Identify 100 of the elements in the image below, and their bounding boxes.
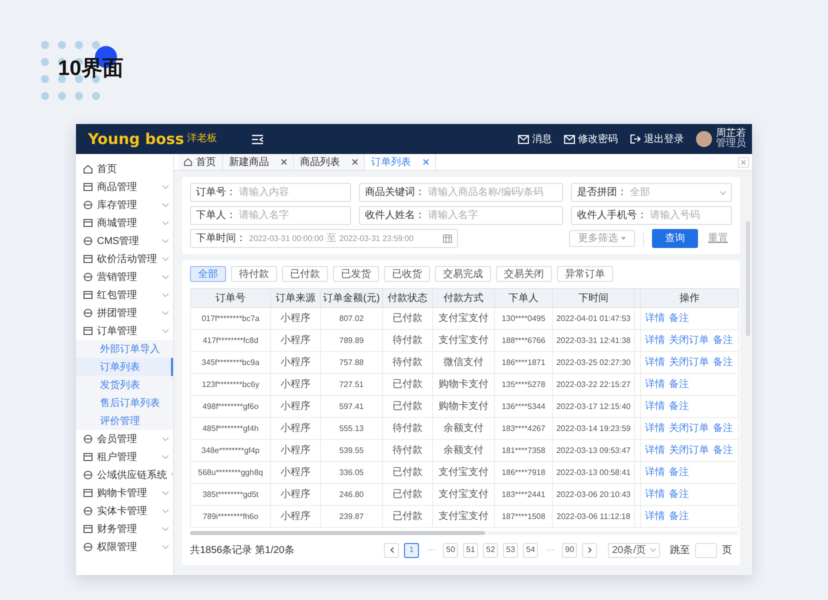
action-link[interactable]: 备注 bbox=[669, 311, 689, 326]
search-button[interactable]: 查询 bbox=[652, 229, 698, 248]
column-header: 付款状态 bbox=[382, 288, 432, 308]
box-icon bbox=[83, 524, 93, 534]
page-button[interactable]: 52 bbox=[483, 542, 498, 558]
table-cell: 2022-03-13 00:58:41 bbox=[552, 462, 634, 484]
close-icon[interactable] bbox=[281, 159, 287, 165]
select-field[interactable]: 是否拼团： 全部 bbox=[571, 183, 732, 202]
ellipsis: ··· bbox=[545, 544, 556, 556]
table-cell: 购物卡支付 bbox=[432, 374, 494, 396]
prev-page-button[interactable] bbox=[384, 542, 400, 558]
action-link[interactable]: 详情 bbox=[645, 465, 665, 480]
tab[interactable]: 新建商品 bbox=[223, 154, 294, 170]
status-filter-tab[interactable]: 已收货 bbox=[384, 266, 430, 282]
status-filter-tab[interactable]: 交易完成 bbox=[435, 266, 491, 282]
page-size-select[interactable]: 20条/页 bbox=[608, 542, 660, 558]
sidebar-item[interactable]: 权限管理 bbox=[76, 538, 173, 556]
box-icon bbox=[83, 326, 93, 336]
sidebar-item[interactable]: 红包管理 bbox=[76, 286, 173, 304]
sidebar-subitem[interactable]: 评价管理 bbox=[76, 412, 173, 430]
header-link[interactable]: 退出登录 bbox=[630, 132, 684, 146]
header-link[interactable]: 消息 bbox=[518, 132, 552, 146]
action-link[interactable]: 详情 bbox=[645, 509, 665, 524]
status-filter-tab[interactable]: 待付款 bbox=[231, 266, 277, 282]
page-button[interactable]: 90 bbox=[562, 542, 578, 558]
date-range-field[interactable]: 下单时间： 2022-03-31 00:00:00 至 2022-03-31 23:59:00 bbox=[190, 229, 458, 248]
action-link[interactable]: 详情 bbox=[645, 333, 665, 348]
action-link[interactable]: 关闭订单 bbox=[669, 355, 709, 370]
status-filter-tab[interactable]: 已发货 bbox=[333, 266, 379, 282]
sidebar-item[interactable]: 拼团管理 bbox=[76, 304, 173, 322]
sidebar-item[interactable]: 订单管理 bbox=[76, 322, 173, 340]
header-link[interactable]: 修改密码 bbox=[564, 132, 618, 146]
page-button[interactable]: 50 bbox=[443, 542, 458, 558]
table-cell: 017f********bc7a bbox=[190, 308, 270, 330]
action-link[interactable]: 关闭订单 bbox=[669, 333, 709, 348]
action-link[interactable]: 备注 bbox=[713, 443, 733, 458]
action-link[interactable]: 备注 bbox=[669, 487, 689, 502]
input-field[interactable]: 下单人： 请输入名字 bbox=[190, 206, 351, 225]
action-link[interactable]: 详情 bbox=[645, 355, 665, 370]
sidebar-item[interactable]: 实体卡管理 bbox=[76, 502, 173, 520]
action-link[interactable]: 备注 bbox=[669, 399, 689, 414]
table-cell: 已付款 bbox=[382, 396, 432, 418]
sidebar-item[interactable]: 商城管理 bbox=[76, 214, 173, 232]
input-field[interactable]: 商品关键词： 请输入商品名称/编码/条码 bbox=[359, 183, 563, 202]
column-header: 下时间 bbox=[552, 288, 634, 308]
sidebar-subitem[interactable]: 售后订单列表 bbox=[76, 394, 173, 412]
action-link[interactable]: 详情 bbox=[645, 421, 665, 436]
tab[interactable]: 首页 bbox=[178, 154, 223, 170]
action-link[interactable]: 详情 bbox=[645, 399, 665, 414]
action-link[interactable]: 关闭订单 bbox=[669, 443, 709, 458]
status-filter-tab[interactable]: 交易关闭 bbox=[496, 266, 552, 282]
sidebar-item[interactable]: 租户管理 bbox=[76, 448, 173, 466]
action-link[interactable]: 详情 bbox=[645, 377, 665, 392]
sidebar-item[interactable]: 营销管理 bbox=[76, 268, 173, 286]
action-link[interactable]: 详情 bbox=[645, 311, 665, 326]
table-cell: 余额支付 bbox=[432, 418, 494, 440]
page-suffix: 页 bbox=[722, 544, 732, 558]
table-cell: 246.80 bbox=[320, 484, 382, 506]
next-page-button[interactable] bbox=[582, 542, 598, 558]
sidebar-item[interactable]: CMS管理 bbox=[76, 232, 173, 250]
status-filter-tab[interactable]: 异常订单 bbox=[557, 266, 613, 282]
tab[interactable]: 商品列表 bbox=[294, 154, 365, 170]
page-button[interactable]: 54 bbox=[523, 542, 538, 558]
logo-text: Young boss bbox=[88, 132, 184, 146]
action-link[interactable]: 备注 bbox=[713, 355, 733, 370]
close-icon[interactable] bbox=[423, 159, 429, 165]
input-field[interactable]: 收件人姓名： 请输入名字 bbox=[359, 206, 563, 225]
scrollbar-thumb[interactable] bbox=[190, 531, 485, 535]
action-link[interactable]: 备注 bbox=[713, 421, 733, 436]
sidebar-item[interactable]: 商品管理 bbox=[76, 178, 173, 196]
sidebar-item[interactable]: 砍价活动管理 bbox=[76, 250, 173, 268]
sidebar-item[interactable]: 会员管理 bbox=[76, 430, 173, 448]
action-link[interactable]: 详情 bbox=[645, 487, 665, 502]
action-link[interactable]: 备注 bbox=[669, 509, 689, 524]
table-cell: 余额支付 bbox=[432, 440, 494, 462]
sidebar-subitem[interactable]: 外部订单导入 bbox=[76, 340, 173, 358]
sidebar-item[interactable]: 库存管理 bbox=[76, 196, 173, 214]
sidebar-item[interactable]: 财务管理 bbox=[76, 520, 173, 538]
sidebar-item[interactable]: 首页 bbox=[76, 160, 173, 178]
avatar[interactable] bbox=[696, 131, 712, 147]
column-header: 订单来源 bbox=[270, 288, 320, 308]
sidebar-subitem[interactable]: 发货列表 bbox=[76, 376, 173, 394]
table-cell: 购物卡支付 bbox=[432, 396, 494, 418]
page-button[interactable]: 51 bbox=[463, 542, 478, 558]
action-link[interactable]: 详情 bbox=[645, 443, 665, 458]
close-icon[interactable] bbox=[352, 159, 358, 165]
sidebar-item[interactable]: 公域供应链系统 bbox=[76, 466, 173, 484]
sidebar-item[interactable]: 购物卡管理 bbox=[76, 484, 173, 502]
action-link[interactable]: 关闭订单 bbox=[669, 421, 709, 436]
input-field[interactable]: 订单号： 请输入内容 bbox=[190, 183, 351, 202]
page-jump-field[interactable] bbox=[695, 542, 717, 558]
menu-icon[interactable] bbox=[251, 134, 264, 144]
input-field[interactable]: 收件人手机号： 请输入号码 bbox=[571, 206, 732, 225]
status-filter-tab[interactable]: 已付款 bbox=[282, 266, 328, 282]
action-link[interactable]: 备注 bbox=[669, 465, 689, 480]
page-button[interactable]: 53 bbox=[503, 542, 518, 558]
action-link[interactable]: 备注 bbox=[669, 377, 689, 392]
table-cell: 498f********gf6o bbox=[190, 396, 270, 418]
action-link[interactable]: 备注 bbox=[713, 333, 733, 348]
table-cell: 2022-03-14 19:23:59 bbox=[552, 418, 634, 440]
